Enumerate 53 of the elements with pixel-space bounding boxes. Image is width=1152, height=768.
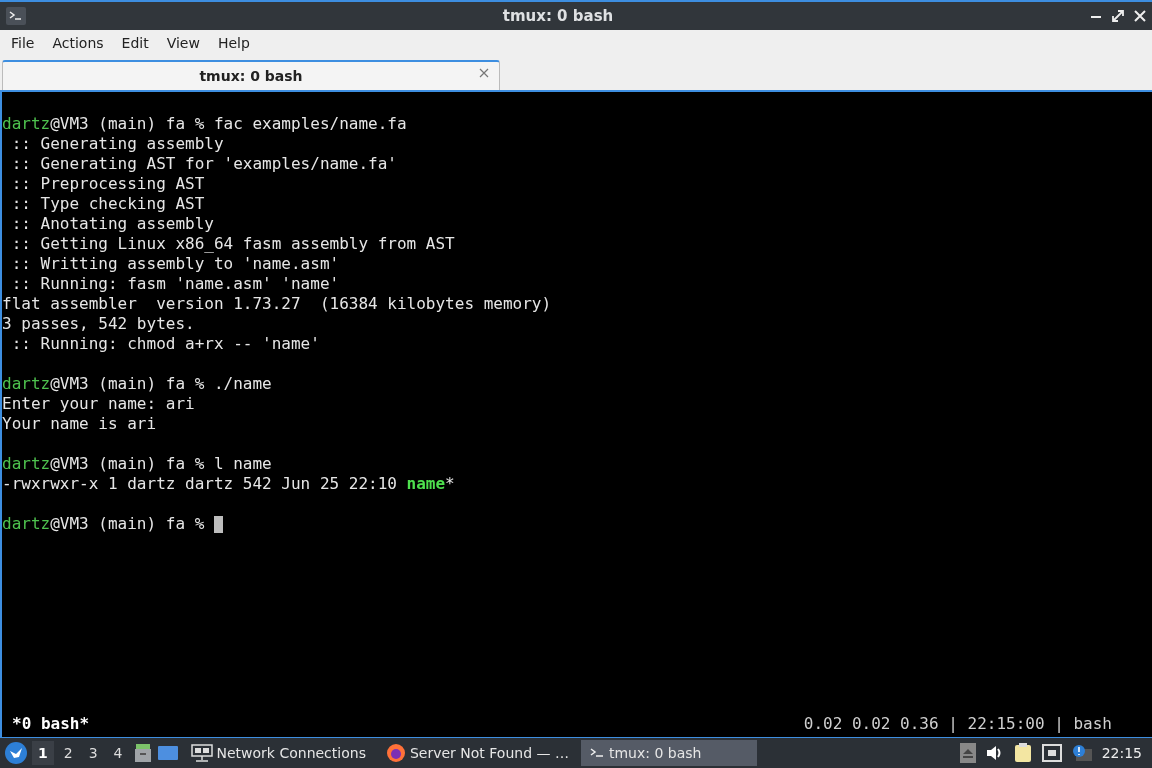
clock[interactable]: 22:15 (1101, 745, 1142, 761)
network-icon (190, 744, 213, 762)
output-text: :: Running: fasm 'name.asm' 'name' (10, 274, 340, 294)
output-text: :: Writting assembly to 'name.asm' (10, 254, 340, 274)
workspace-button[interactable]: 2 (57, 741, 79, 765)
prompt-user: dartz (2, 514, 51, 534)
output-text: :: Generating assembly (10, 134, 224, 154)
output-text: :: Type checking AST (10, 194, 205, 214)
start-menu-icon[interactable] (4, 741, 28, 765)
tmux-window-label: *0 bash* (12, 713, 90, 733)
command-text: @VM3 (main) fa % (50, 514, 206, 534)
output-text: flat assembler version 1.73.27 (16384 kilobytes memory) (2, 294, 552, 314)
command-text: @VM3 (main) fa % ./name (50, 374, 272, 394)
terminal-icon (6, 7, 26, 25)
taskbar-button[interactable]: tmux: 0 bash (580, 740, 757, 766)
workspace-button[interactable]: 4 (107, 741, 129, 765)
maximize-icon[interactable] (1112, 10, 1124, 22)
clipboard-icon[interactable] (1013, 743, 1032, 763)
prompt-user: dartz (2, 114, 51, 134)
eject-icon[interactable] (959, 743, 976, 763)
prompt-user: dartz (2, 454, 51, 474)
executable-marker: * (445, 474, 455, 494)
output-text: :: Running: chmod a+rx -- 'name' (10, 334, 320, 354)
output-text: 3 passes, 542 bytes. (2, 314, 195, 334)
output-text: :: Generating AST for 'examples/name.fa' (10, 154, 397, 174)
tmux-status-info: 0.02 0.02 0.36 | 22:15:00 | bash (803, 713, 1112, 733)
network-icon[interactable] (1041, 744, 1062, 762)
output-text: Your name is ari (2, 414, 157, 434)
output-text: :: Preprocessing AST (10, 174, 205, 194)
browser-icon (385, 743, 406, 763)
output-text: -rwxrwxr-x 1 dartz dartz 542 Jun 25 22:10 (2, 474, 398, 494)
menu-item[interactable]: Edit (112, 35, 158, 51)
workspace-button[interactable]: 3 (82, 741, 104, 765)
desktop-icon[interactable] (156, 744, 179, 762)
menu-item[interactable]: File (2, 35, 44, 51)
output-text: Enter your name: ari (2, 394, 195, 414)
command-text: @VM3 (main) fa % l name (50, 454, 272, 474)
notification-icon[interactable] (1071, 744, 1092, 762)
terminal-icon (588, 746, 605, 760)
output-text: :: Anotating assembly (10, 214, 214, 234)
menu-item[interactable]: Help (208, 35, 259, 51)
tab[interactable]: tmux: 0 bash (2, 60, 500, 90)
window-title: tmux: 0 bash (501, 7, 615, 25)
executable-name: name (406, 474, 446, 494)
workspace-button[interactable]: 1 (32, 741, 54, 765)
output-text: :: Getting Linux x86_64 fasm assembly from AST (10, 234, 455, 254)
command-text: @VM3 (main) fa % fac examples/name.fa (50, 114, 407, 134)
menu-item[interactable]: View (157, 35, 209, 51)
menu-item[interactable]: Actions (43, 35, 113, 51)
taskbar-button[interactable]: Network Connections (182, 740, 374, 766)
taskbar-button[interactable]: Server Not Found — … (377, 740, 577, 766)
prompt-user: dartz (2, 374, 51, 394)
file-cabinet-icon[interactable] (132, 743, 153, 763)
